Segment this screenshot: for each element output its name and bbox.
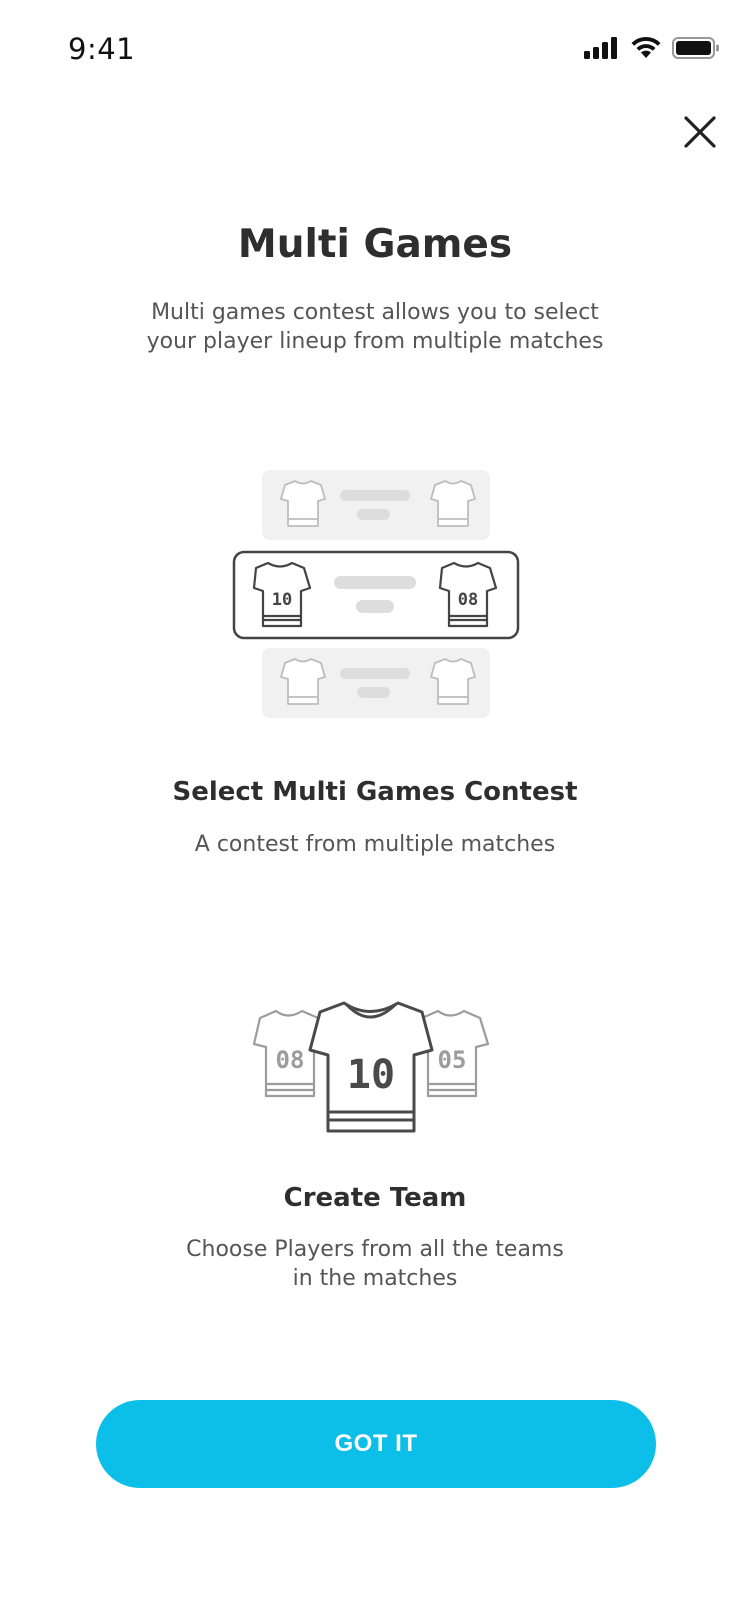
- battery-icon: [672, 37, 719, 59]
- jersey-number: 08: [458, 590, 478, 610]
- step-description: A contest from multiple matches: [194, 832, 556, 857]
- wifi-icon: [631, 36, 661, 58]
- faded-jersey-icon: [280, 658, 326, 705]
- status-icons: [584, 36, 720, 60]
- close-button[interactable]: [680, 112, 720, 152]
- faded-jersey-icon: [430, 480, 476, 527]
- step-description: Choose Players from all the teams in the…: [186, 1237, 564, 1291]
- match-list-illustration: 10 08: [232, 470, 520, 718]
- page-title: Multi Games: [237, 222, 513, 267]
- page-subtitle: Multi games contest allows you to select…: [146, 300, 604, 354]
- jersey-number: 05: [438, 1046, 467, 1074]
- close-icon: [684, 116, 716, 148]
- step-title: Select Multi Games Contest: [172, 777, 578, 807]
- team-jerseys-illustration: 08 05 10: [252, 1001, 490, 1133]
- faded-jersey-icon: [430, 658, 476, 705]
- jersey-number: 10: [272, 590, 292, 610]
- jersey-number: 10: [347, 1052, 395, 1098]
- step-title: Create Team: [283, 1183, 467, 1213]
- faded-jersey-icon: [280, 480, 326, 527]
- cellular-signal-icon: [584, 37, 617, 59]
- jersey-number: 08: [276, 1046, 305, 1074]
- got-it-button[interactable]: GOT IT: [96, 1400, 656, 1488]
- status-bar: 9:41: [0, 0, 750, 94]
- status-time: 9:41: [68, 32, 136, 66]
